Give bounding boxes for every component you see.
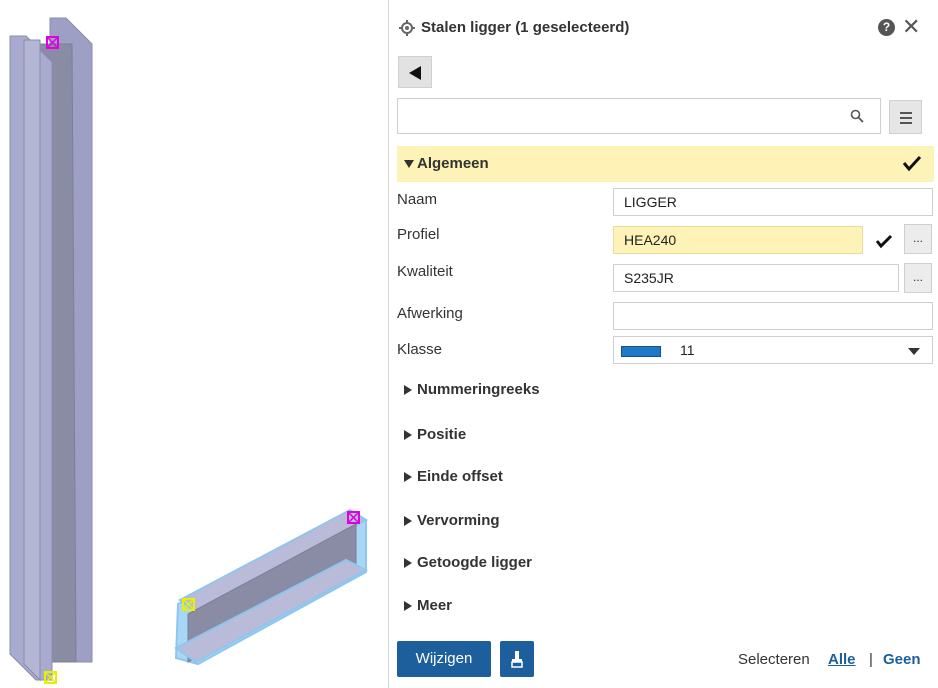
section-meer-header[interactable]: Meer xyxy=(397,588,934,624)
naam-label: Naam xyxy=(397,191,438,208)
section-label: Positie xyxy=(417,426,467,443)
section-label: Nummeringreeks xyxy=(417,381,540,398)
collapsed-triangle-icon xyxy=(404,472,412,482)
section-vervorming-header[interactable]: Vervorming xyxy=(397,503,934,539)
section-nummeringreeks-header[interactable]: Nummeringreeks xyxy=(397,372,934,408)
paint-attributes-button[interactable] xyxy=(500,641,534,677)
section-general-header[interactable]: Algemeen xyxy=(397,146,934,182)
profiel-label: Profiel xyxy=(397,226,440,243)
back-button[interactable] xyxy=(398,56,432,88)
paintbrush-icon xyxy=(511,651,523,668)
naam-field[interactable]: LIGGER xyxy=(613,188,933,216)
properties-panel: Stalen ligger (1 geselecteerd) ? ✕ Algem… xyxy=(388,0,938,688)
selected-beam[interactable] xyxy=(174,508,369,666)
close-icon[interactable]: ✕ xyxy=(902,15,920,39)
select-none-link[interactable]: Geen xyxy=(883,651,921,668)
collapsed-triangle-icon xyxy=(404,430,412,440)
panel-title: Stalen ligger (1 geselecteerd) xyxy=(421,19,630,36)
options-menu-button[interactable] xyxy=(889,100,922,134)
checkmark-icon[interactable] xyxy=(902,154,922,172)
section-positie-header[interactable]: Positie xyxy=(397,417,934,453)
kwaliteit-browse-button[interactable]: ... xyxy=(904,263,932,293)
section-label: Getoogde ligger xyxy=(417,554,533,571)
back-arrow-icon xyxy=(409,66,421,80)
kwaliteit-field[interactable]: S235JR xyxy=(613,264,899,292)
section-einde-offset-header[interactable]: Einde offset xyxy=(397,459,934,495)
section-label: Vervorming xyxy=(417,512,500,529)
select-separator: | xyxy=(869,651,873,668)
modify-button[interactable]: Wijzigen xyxy=(397,641,491,677)
search-field[interactable] xyxy=(397,98,881,134)
collapsed-triangle-icon xyxy=(404,516,412,526)
section-label: Meer xyxy=(417,597,453,614)
expanded-triangle-icon xyxy=(404,160,414,168)
kwaliteit-label: Kwaliteit xyxy=(397,263,453,280)
klasse-color-swatch xyxy=(621,346,661,357)
klasse-value: 11 xyxy=(680,342,695,358)
search-icon[interactable] xyxy=(850,109,864,123)
search-input[interactable] xyxy=(404,105,838,129)
collapsed-triangle-icon xyxy=(404,558,412,568)
gear-icon xyxy=(399,20,415,36)
vertical-beam[interactable] xyxy=(9,17,93,684)
afwerking-field[interactable] xyxy=(613,302,933,330)
collapsed-triangle-icon xyxy=(404,385,412,395)
panel-titlebar: Stalen ligger (1 geselecteerd) ? ✕ xyxy=(389,10,938,46)
model-viewport[interactable] xyxy=(0,0,388,688)
section-label: Einde offset xyxy=(417,468,503,485)
section-general-label: Algemeen xyxy=(417,155,489,172)
help-icon[interactable]: ? xyxy=(878,19,895,36)
select-label: Selecteren xyxy=(738,651,810,668)
chevron-down-icon[interactable] xyxy=(908,348,920,355)
klasse-select[interactable]: 11 xyxy=(613,336,933,364)
profiel-browse-button[interactable]: ... xyxy=(904,224,932,254)
klasse-label: Klasse xyxy=(397,341,443,358)
afwerking-label: Afwerking xyxy=(397,305,463,322)
collapsed-triangle-icon xyxy=(404,601,412,611)
profiel-field[interactable]: HEA240 xyxy=(613,226,863,254)
select-all-link[interactable]: Alle xyxy=(828,651,856,668)
beam-drawing[interactable] xyxy=(0,0,388,688)
section-getoogde-ligger-header[interactable]: Getoogde ligger xyxy=(397,545,934,581)
profiel-checkmark-icon[interactable] xyxy=(875,233,893,249)
